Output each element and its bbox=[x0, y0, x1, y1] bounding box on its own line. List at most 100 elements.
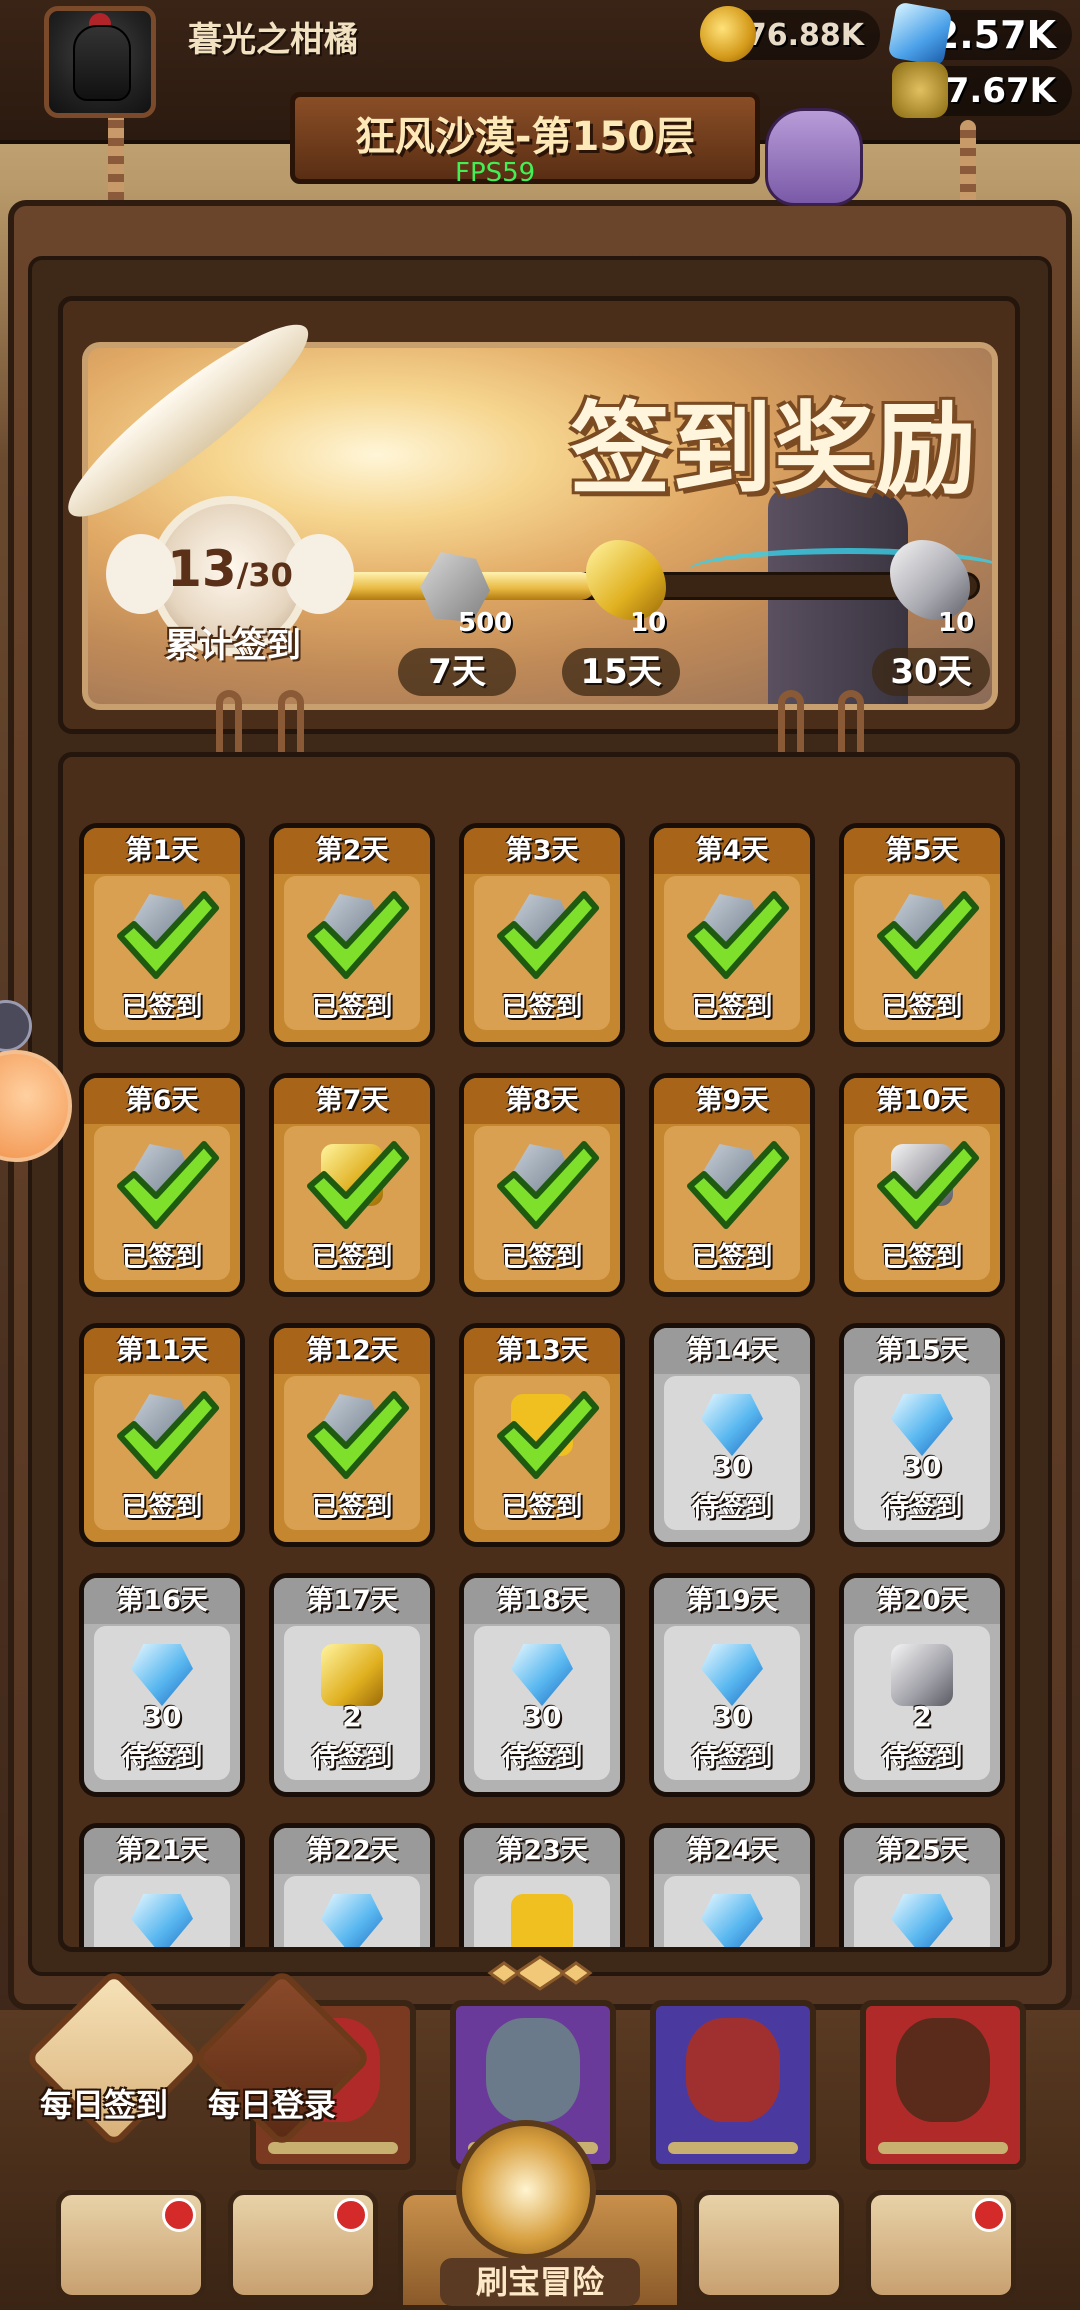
hero-level-bar bbox=[878, 2142, 1008, 2154]
day-label: 第25天 bbox=[844, 1828, 1000, 1874]
day-cell[interactable]: 第14天 30 待签到 bbox=[649, 1323, 815, 1547]
hero-card[interactable] bbox=[860, 2000, 1026, 2170]
day-cell[interactable]: 第25天 bbox=[839, 1823, 1005, 1947]
day-cell[interactable]: 第15天 30 待签到 bbox=[839, 1323, 1005, 1547]
fps-readout: FPS59 bbox=[455, 158, 536, 188]
checkmark-icon bbox=[687, 1141, 789, 1229]
checkmark-icon bbox=[497, 891, 599, 979]
day-label: 第11天 bbox=[84, 1328, 240, 1374]
day-label: 第17天 bbox=[274, 1578, 430, 1624]
reward-qty: 2 bbox=[912, 1700, 932, 1733]
day-label: 第23天 bbox=[464, 1828, 620, 1874]
day-cell[interactable]: 第6天 已签到 bbox=[79, 1073, 245, 1297]
milestone-qty: 10 bbox=[630, 608, 667, 638]
purple-cat-pet-icon[interactable] bbox=[765, 108, 863, 206]
player-name: 暮光之柑橘 bbox=[188, 20, 358, 60]
day-label: 第18天 bbox=[464, 1578, 620, 1624]
milestone-qty: 10 bbox=[938, 608, 975, 638]
day-cell[interactable]: 第17天 2 待签到 bbox=[269, 1573, 435, 1797]
tonic-counter[interactable]: 27.67K bbox=[892, 62, 1072, 118]
gem-icon bbox=[887, 1, 953, 67]
day-label: 第6天 bbox=[84, 1078, 240, 1124]
reward-qty: 30 bbox=[142, 1700, 182, 1733]
hero-level-bar bbox=[268, 2142, 398, 2154]
day-cell[interactable]: 第10天 已签到 bbox=[839, 1073, 1005, 1297]
silver-scroll-icon bbox=[891, 1644, 953, 1706]
day-cell[interactable]: 第7天已签到 bbox=[269, 1073, 435, 1297]
day-cell[interactable]: 第16天 30 待签到 bbox=[79, 1573, 245, 1797]
day-label: 第20天 bbox=[844, 1578, 1000, 1624]
day-label: 第7天 bbox=[274, 1078, 430, 1124]
day-label: 第5天 bbox=[844, 828, 1000, 874]
checkmark-icon bbox=[307, 1391, 409, 1479]
day-cell[interactable]: 第2天已签到 bbox=[269, 823, 435, 1047]
checkin-status: 已签到 bbox=[881, 992, 963, 1023]
day-grid: 第1天 已签到 第2天 已签到 第3天 已签到 第4天 已签到 第5天 已签到 第6天 已签到 第7天已… bbox=[79, 823, 1009, 1947]
hero-card[interactable] bbox=[650, 2000, 816, 2170]
day-label: 第3天 bbox=[464, 828, 620, 874]
reward-qty: 30 bbox=[522, 1700, 562, 1733]
reward-qty: 30 bbox=[712, 1700, 752, 1733]
day-cell[interactable]: 第3天 已签到 bbox=[459, 823, 625, 1047]
hero-level-bar bbox=[668, 2142, 798, 2154]
demon-portrait-icon bbox=[686, 2018, 780, 2122]
gold-scroll-icon bbox=[321, 1644, 383, 1706]
checkin-status: 待签到 bbox=[501, 1742, 583, 1773]
gold-counter[interactable]: 476.88K bbox=[700, 6, 880, 62]
day-cell[interactable]: 第11天已签到 bbox=[79, 1323, 245, 1547]
milestone-day: 7天 bbox=[398, 648, 516, 696]
day-cell[interactable]: 第8天 已签到 bbox=[459, 1073, 625, 1297]
day-cell[interactable]: 第19天 30 待签到 bbox=[649, 1573, 815, 1797]
day-label: 第1天 bbox=[84, 828, 240, 874]
checkmark-icon bbox=[117, 891, 219, 979]
puzzle-icon bbox=[511, 1894, 573, 1947]
checkin-current: 13 bbox=[167, 540, 237, 598]
day-cell[interactable]: 第24天 bbox=[649, 1823, 815, 1947]
checkin-status: 已签到 bbox=[121, 992, 203, 1023]
backpack-icon[interactable] bbox=[694, 2190, 844, 2300]
day-cell[interactable]: 第4天 已签到 bbox=[649, 823, 815, 1047]
checkin-status: 已签到 bbox=[311, 992, 393, 1023]
treasure-adventure-label[interactable]: 刷宝冒险 bbox=[440, 2258, 640, 2306]
day-cell[interactable]: 第9天已签到 bbox=[649, 1073, 815, 1297]
day-label: 第19天 bbox=[654, 1578, 810, 1624]
checkin-status: 待签到 bbox=[311, 1742, 393, 1773]
checkin-status: 已签到 bbox=[691, 992, 773, 1023]
day-label: 第2天 bbox=[274, 828, 430, 874]
daily-login-button[interactable]: 每日登录 bbox=[208, 2080, 336, 2126]
checkmark-icon bbox=[307, 891, 409, 979]
checkmark-icon bbox=[877, 891, 979, 979]
checkmark-icon bbox=[497, 1141, 599, 1229]
day-cell[interactable]: 第21天 bbox=[79, 1823, 245, 1947]
day-cell[interactable]: 第5天已签到 bbox=[839, 823, 1005, 1047]
day-cell[interactable]: 第12天 已签到 bbox=[269, 1323, 435, 1547]
checkin-status: 已签到 bbox=[691, 1242, 773, 1273]
checkmark-icon bbox=[497, 1391, 599, 1479]
day-cell[interactable]: 第13天 已签到 bbox=[459, 1323, 625, 1547]
checkin-status: 已签到 bbox=[501, 1242, 583, 1273]
checkin-status: 待签到 bbox=[691, 1492, 773, 1523]
checkin-status: 待签到 bbox=[691, 1742, 773, 1773]
player-avatar[interactable] bbox=[44, 6, 156, 118]
checkin-status: 已签到 bbox=[121, 1492, 203, 1523]
milestone-qty: 500 bbox=[458, 608, 513, 638]
day-cell[interactable]: 第22天 bbox=[269, 1823, 435, 1947]
day-label: 第9天 bbox=[654, 1078, 810, 1124]
daily-checkin-button[interactable]: 每日签到 bbox=[40, 2080, 168, 2126]
checkin-status: 待签到 bbox=[121, 1742, 203, 1773]
checkin-status: 已签到 bbox=[311, 1242, 393, 1273]
day-cell[interactable]: 第18天 30 待签到 bbox=[459, 1573, 625, 1797]
day-label: 第21天 bbox=[84, 1828, 240, 1874]
compass-icon bbox=[456, 2120, 596, 2260]
checkmark-icon bbox=[877, 1141, 979, 1229]
day-cell[interactable]: 第20天 2 待签到 bbox=[839, 1573, 1005, 1797]
day-label: 第15天 bbox=[844, 1328, 1000, 1374]
day-cell[interactable]: 第23天 bbox=[459, 1823, 625, 1947]
checkin-total: /30 bbox=[236, 556, 293, 594]
notification-dot bbox=[162, 2198, 196, 2232]
checkin-status: 已签到 bbox=[501, 1492, 583, 1523]
gem-counter[interactable]: 2.57K bbox=[887, 1, 1072, 67]
scroll-indicator-icon bbox=[487, 1955, 593, 1991]
notification-dot bbox=[972, 2198, 1006, 2232]
day-cell[interactable]: 第1天已签到 bbox=[79, 823, 245, 1047]
